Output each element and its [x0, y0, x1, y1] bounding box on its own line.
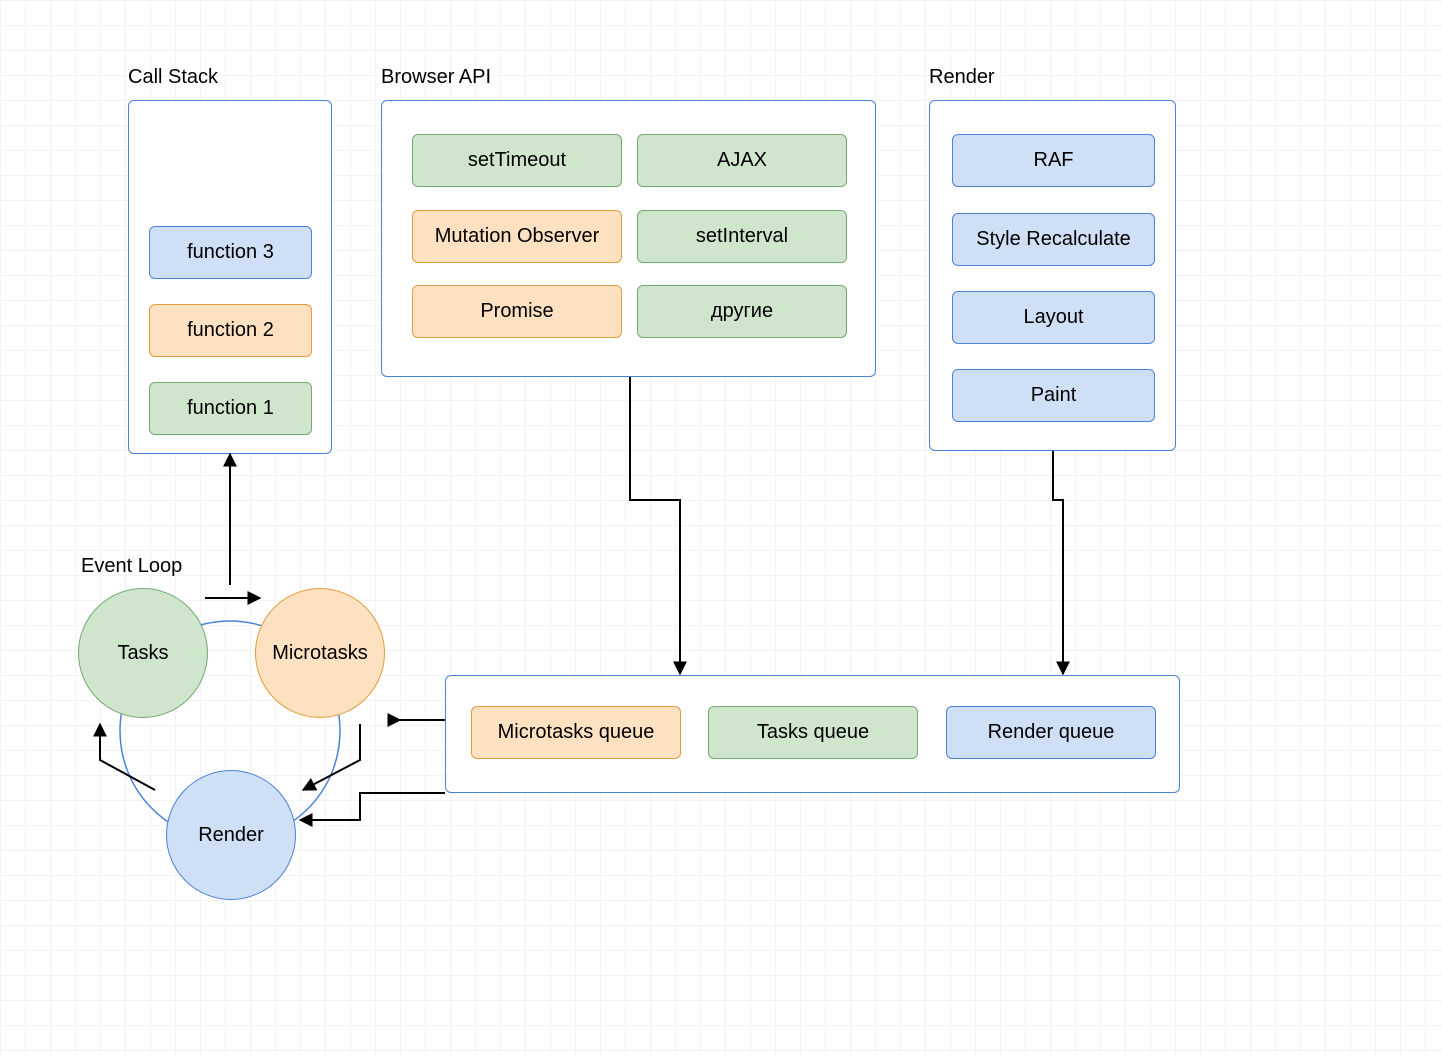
tasks-queue: Tasks queue	[708, 706, 918, 759]
api-item-setinterval: setInterval	[637, 210, 847, 263]
api-item-promise: Promise	[412, 285, 622, 338]
render-item: RAF	[952, 134, 1155, 187]
call-stack-item: function 3	[149, 226, 312, 279]
event-loop-microtasks-circle: Microtasks	[255, 588, 385, 718]
render-item: Paint	[952, 369, 1155, 422]
microtasks-queue: Microtasks queue	[471, 706, 681, 759]
api-item-ajax: AJAX	[637, 134, 847, 187]
event-loop-tasks-circle: Tasks	[78, 588, 208, 718]
api-item-settimeout: setTimeout	[412, 134, 622, 187]
queues-container: Microtasks queue Tasks queue Render queu…	[445, 675, 1180, 793]
render-container: RAF Style Recalculate Layout Paint	[929, 100, 1176, 451]
api-item-mutation-observer: Mutation Observer	[412, 210, 622, 263]
api-item-other: другие	[637, 285, 847, 338]
render-item: Layout	[952, 291, 1155, 344]
call-stack-container: function 3 function 2 function 1	[128, 100, 332, 454]
call-stack-item: function 1	[149, 382, 312, 435]
call-stack-title: Call Stack	[128, 66, 218, 89]
render-item: Style Recalculate	[952, 213, 1155, 266]
call-stack-item: function 2	[149, 304, 312, 357]
browser-api-title: Browser API	[381, 66, 491, 89]
render-queue: Render queue	[946, 706, 1156, 759]
event-loop-title: Event Loop	[81, 555, 182, 578]
event-loop-render-circle: Render	[166, 770, 296, 900]
render-title: Render	[929, 66, 995, 89]
browser-api-container: setTimeout AJAX Mutation Observer setInt…	[381, 100, 876, 377]
